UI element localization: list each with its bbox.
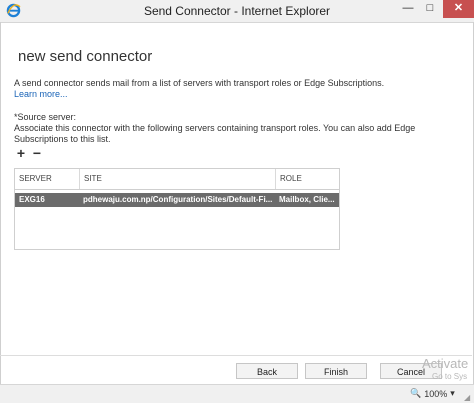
site-cell: pdhewaju.com.np/Configuration/Sites/Defa… <box>83 195 273 204</box>
activation-watermark-sub: Go to Sys <box>432 372 468 381</box>
table-row[interactable]: EXG16 pdhewaju.com.np/Configuration/Site… <box>15 193 339 207</box>
maximize-button[interactable]: □ <box>420 0 440 18</box>
activation-watermark: Activate <box>422 356 469 371</box>
remove-server-button[interactable]: − <box>30 145 44 161</box>
column-header-server[interactable]: SERVER <box>15 169 79 189</box>
resize-grip-icon[interactable]: ◢ <box>464 393 474 403</box>
server-cell: EXG16 <box>19 195 45 204</box>
table-header: SERVER SITE ROLE <box>15 169 339 190</box>
source-server-table: SERVER SITE ROLE EXG16 pdhewaju.com.np/C… <box>14 168 340 250</box>
back-button[interactable]: Back <box>236 363 298 379</box>
status-bar: 🔍 100% ▾ ◢ <box>0 384 474 403</box>
source-server-label: *Source server: <box>14 112 77 122</box>
finish-button[interactable]: Finish <box>305 363 367 379</box>
source-server-help: Associate this connector with the follow… <box>14 123 416 144</box>
add-server-button[interactable]: + <box>14 145 28 161</box>
learn-more-link[interactable]: Learn more... <box>14 89 68 99</box>
page-title: new send connector <box>18 48 153 66</box>
zoom-control[interactable]: 🔍 100% ▾ <box>410 388 455 399</box>
close-button[interactable]: ✕ <box>443 0 474 18</box>
footer-divider <box>0 355 472 356</box>
chevron-down-icon: ▾ <box>450 388 455 398</box>
title-bar: Send Connector - Internet Explorer — □ ✕ <box>0 0 474 23</box>
column-header-role[interactable]: ROLE <box>275 169 339 189</box>
connector-description: A send connector sends mail from a list … <box>14 78 385 88</box>
role-cell: Mailbox, Clie... <box>279 195 335 204</box>
column-header-site[interactable]: SITE <box>79 169 275 189</box>
minimize-button[interactable]: — <box>398 0 418 18</box>
zoom-level: 100% <box>424 388 448 399</box>
zoom-icon: 🔍 <box>410 388 422 398</box>
